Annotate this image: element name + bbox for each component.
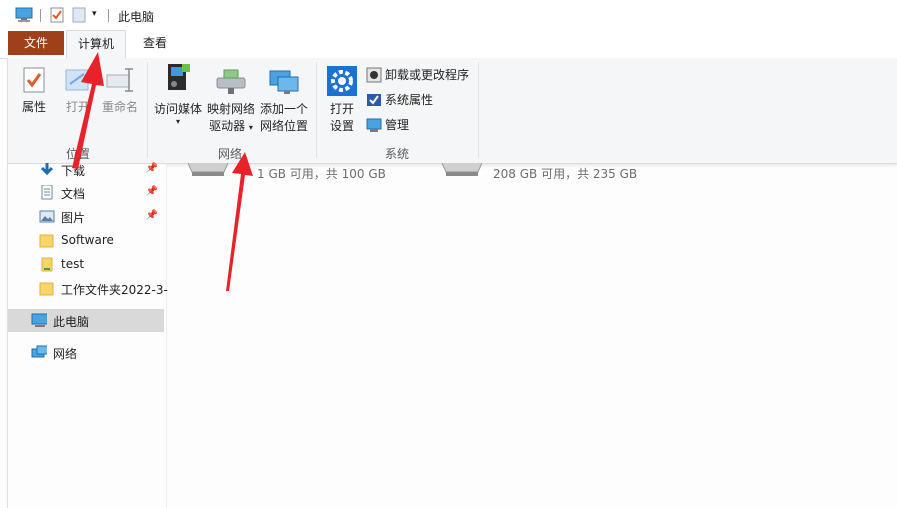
- access-media-button[interactable]: 访问媒体 ▾: [151, 62, 205, 126]
- access-media-label: 访问媒体: [153, 102, 202, 116]
- navigation-pane: 下载 📌 文档 📌 图片 📌 Software test 工作文件夹2022-3…: [8, 163, 168, 508]
- uninstall-icon: [366, 67, 382, 83]
- document-icon: [41, 185, 53, 200]
- manage-label: 管理: [385, 118, 410, 132]
- nav-item-network[interactable]: 网络: [8, 341, 164, 364]
- tab-file[interactable]: 文件: [8, 31, 64, 55]
- nav-item-label: 此电脑: [53, 315, 90, 329]
- open-settings-button[interactable]: 打开 设置: [324, 66, 360, 135]
- manage-button[interactable]: 管理: [366, 115, 426, 135]
- system-properties-label: 系统属性: [385, 93, 434, 107]
- network-icon: [31, 345, 47, 358]
- properties-label: 属性: [21, 100, 46, 114]
- system-properties-icon: [367, 94, 381, 106]
- folder-icon: [39, 282, 54, 296]
- drive-capacity-text: 208 GB 可用，共 235 GB: [493, 167, 638, 181]
- map-network-drive-label-2: 驱动器 ▾: [209, 119, 253, 133]
- nav-item-pictures[interactable]: 图片 📌: [8, 205, 164, 228]
- tab-view[interactable]: 查看: [131, 31, 179, 55]
- separator: [478, 62, 479, 158]
- system-properties-button[interactable]: 系统属性: [366, 90, 456, 110]
- nav-item-label: test: [61, 257, 85, 271]
- system-group-label: 系统: [384, 147, 409, 161]
- pin-icon[interactable]: 📌: [146, 163, 158, 174]
- open-label: 打开: [65, 100, 90, 114]
- new-folder-quick-icon[interactable]: [72, 7, 86, 23]
- add-network-location-button[interactable]: 添加一个 网络位置: [258, 68, 310, 135]
- access-media-icon: [168, 64, 190, 90]
- window-title: 此电脑: [118, 10, 155, 24]
- drive-icon[interactable]: [442, 163, 482, 177]
- rename-label: 重命名: [101, 100, 138, 114]
- open-settings-label-1: 打开: [329, 102, 354, 116]
- network-group-label: 网络: [217, 147, 242, 161]
- manage-icon: [366, 118, 382, 132]
- ribbon: 属性 打开 重命名 位置 访问媒体 ▾ 映射网络 驱动器 ▾ 添加一个 网络位置…: [8, 58, 897, 164]
- nav-item-label: 文档: [61, 187, 86, 201]
- rename-button[interactable]: 重命名: [96, 66, 144, 116]
- tab-computer[interactable]: 计算机: [66, 30, 126, 58]
- properties-quick-icon[interactable]: [49, 7, 65, 23]
- add-network-location-icon: [269, 70, 299, 94]
- drive-icon[interactable]: [188, 163, 228, 177]
- uninstall-label: 卸载或更改程序: [385, 68, 470, 82]
- nav-item-label: 工作文件夹2022-3-: [61, 283, 168, 297]
- rename-icon: [106, 68, 133, 92]
- open-button[interactable]: 打开: [60, 66, 96, 116]
- separator: [147, 62, 148, 158]
- map-network-drive-icon: [216, 69, 246, 94]
- open-settings-label-2: 设置: [329, 119, 354, 133]
- pin-icon[interactable]: 📌: [146, 210, 158, 221]
- nav-item-documents[interactable]: 文档 📌: [8, 181, 164, 204]
- folder-icon: [39, 234, 54, 248]
- title-bar: ▾ 此电脑: [0, 0, 897, 30]
- dropdown-arrow-icon: ▾: [175, 117, 180, 126]
- drive-capacity-text: 1 GB 可用，共 100 GB: [257, 167, 386, 181]
- nav-item-label: 网络: [53, 347, 78, 361]
- nav-item-this-pc[interactable]: 此电脑: [8, 309, 164, 332]
- arrow-to-network-group: [226, 152, 253, 291]
- pin-icon[interactable]: 📌: [146, 186, 158, 197]
- nav-item-work-folder[interactable]: 工作文件夹2022-3-: [8, 277, 168, 300]
- add-network-location-label-2: 网络位置: [259, 119, 308, 133]
- this-pc-icon: [31, 313, 47, 327]
- map-network-drive-button[interactable]: 映射网络 驱动器 ▾: [204, 68, 258, 136]
- nav-item-label: 图片: [61, 211, 86, 225]
- properties-button[interactable]: 属性: [16, 66, 52, 116]
- add-network-location-label-1: 添加一个: [259, 102, 308, 116]
- customize-quick-access-icon[interactable]: ▾: [92, 9, 97, 19]
- uninstall-program-button[interactable]: 卸载或更改程序: [366, 65, 476, 85]
- settings-gear-icon: [327, 66, 357, 96]
- this-pc-icon: [15, 7, 33, 22]
- nav-item-label: 下载: [61, 164, 86, 178]
- nav-item-test[interactable]: test: [8, 253, 164, 276]
- properties-icon: [23, 67, 45, 93]
- nav-item-software[interactable]: Software: [8, 229, 164, 252]
- separator: [316, 62, 317, 158]
- nav-item-label: Software: [61, 233, 114, 247]
- separator: [108, 9, 109, 22]
- pictures-icon: [39, 210, 55, 223]
- separator: [40, 9, 41, 22]
- map-network-drive-label-1: 映射网络: [206, 102, 255, 116]
- open-icon: [65, 69, 89, 91]
- folder-icon: [41, 257, 53, 272]
- nav-item-downloads[interactable]: 下载 📌: [8, 158, 164, 181]
- download-icon: [40, 163, 54, 176]
